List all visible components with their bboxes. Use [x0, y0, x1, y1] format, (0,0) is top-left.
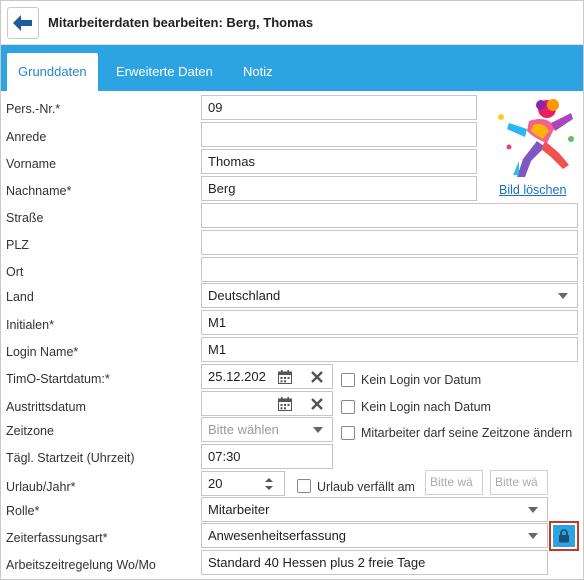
lock-button-inner — [553, 525, 575, 547]
calendar-icon[interactable] — [275, 394, 295, 414]
initialen-label: Initialen* — [6, 318, 54, 332]
urlaub-day-select[interactable]: Bitte wä — [425, 470, 483, 495]
delete-photo-link[interactable]: Bild löschen — [499, 183, 566, 197]
spinner-icon[interactable] — [264, 477, 274, 491]
back-button[interactable] — [7, 7, 39, 39]
kein-login-nach-datum-checkbox[interactable] — [341, 400, 355, 414]
ort-input[interactable] — [201, 257, 578, 282]
dialog-window: Mitarbeiterdaten bearbeiten: Berg, Thoma… — [0, 0, 584, 580]
page-title: Mitarbeiterdaten bearbeiten: Berg, Thoma… — [48, 15, 314, 30]
land-select[interactable]: Deutschland — [201, 283, 578, 308]
zeiterfassung-select[interactable]: Anwesenheitserfassung — [201, 523, 548, 548]
urlaub-value: 20 — [208, 476, 223, 491]
chevron-down-icon — [528, 507, 538, 513]
land-value: Deutschland — [208, 288, 281, 303]
urlaub-label: Urlaub/Jahr* — [6, 480, 76, 494]
lock-button[interactable] — [549, 521, 579, 551]
kein-login-vor-datum-label: Kein Login vor Datum — [361, 373, 482, 387]
tab-grunddaten[interactable]: Grunddaten — [7, 53, 98, 91]
kein-login-vor-datum-checkbox[interactable] — [341, 373, 355, 387]
zeiterfassung-value: Anwesenheitserfassung — [208, 528, 347, 543]
rolle-label: Rolle* — [6, 504, 40, 518]
land-label: Land — [6, 290, 34, 304]
urlaub-verfaellt-label: Urlaub verfällt am — [317, 480, 415, 494]
nachname-label: Nachname* — [6, 184, 72, 198]
startzeit-label: Tägl. Startzeit (Uhrzeit) — [6, 451, 135, 465]
startdatum-label: TimO-Startdatum:* — [6, 372, 110, 386]
plz-input[interactable] — [201, 230, 578, 255]
lock-icon — [559, 529, 569, 543]
vorname-label: Vorname — [6, 157, 57, 171]
chevron-down-icon — [313, 427, 323, 433]
strasse-input[interactable] — [201, 203, 578, 228]
zeitzone-aendern-checkbox[interactable] — [341, 426, 355, 440]
arbeitszeit-field[interactable]: Standard 40 Hessen plus 2 freie Tage — [201, 550, 548, 575]
loginname-input[interactable]: M1 — [201, 337, 578, 362]
ort-label: Ort — [6, 265, 24, 279]
employee-form: Pers.-Nr.* 09 Anrede Vorname Thomas Nach… — [1, 91, 583, 579]
arbeitszeit-label: Arbeitszeitregelung Wo/Mo — [6, 558, 156, 572]
loginname-label: Login Name* — [6, 345, 79, 359]
zeitzone-aendern-label: Mitarbeiter darf seine Zeitzone ändern — [361, 426, 573, 440]
anrede-input[interactable] — [201, 122, 477, 147]
persnr-label: Pers.-Nr.* — [6, 102, 61, 116]
calendar-icon[interactable] — [275, 367, 295, 387]
persnr-input[interactable]: 09 — [201, 95, 477, 120]
tab-erweiterte-daten[interactable]: Erweiterte Daten — [105, 53, 224, 91]
rolle-value: Mitarbeiter — [208, 502, 270, 517]
zeitzone-label: Zeitzone — [6, 424, 54, 438]
initialen-input[interactable]: M1 — [201, 310, 578, 335]
startdatum-value: 25.12.202 — [208, 369, 266, 384]
arrow-left-icon — [13, 15, 32, 31]
urlaub-month-select[interactable]: Bitte wä — [490, 470, 548, 495]
zeiterfassung-label: Zeiterfassungsart* — [6, 531, 108, 545]
anrede-label: Anrede — [6, 130, 47, 144]
plz-label: PLZ — [6, 238, 29, 252]
startzeit-input[interactable]: 07:30 — [201, 444, 333, 469]
runner-illustration — [498, 99, 574, 177]
austritt-label: Austrittsdatum — [6, 400, 86, 414]
chevron-down-icon — [528, 533, 538, 539]
title-bar: Mitarbeiterdaten bearbeiten: Berg, Thoma… — [1, 1, 583, 45]
nachname-input[interactable]: Berg — [201, 176, 477, 201]
zeitzone-select[interactable]: Bitte wählen — [201, 417, 333, 442]
chevron-down-icon — [558, 293, 568, 299]
zeitzone-placeholder: Bitte wählen — [208, 422, 279, 437]
strasse-label: Straße — [6, 211, 44, 225]
kein-login-nach-datum-label: Kein Login nach Datum — [361, 400, 491, 414]
vorname-input[interactable]: Thomas — [201, 149, 477, 174]
tab-notiz[interactable]: Notiz — [232, 53, 284, 91]
rolle-select[interactable]: Mitarbeiter — [201, 497, 548, 522]
urlaub-verfaellt-checkbox[interactable] — [297, 479, 311, 493]
close-icon[interactable] — [307, 394, 327, 414]
urlaub-input[interactable]: 20 — [201, 471, 285, 496]
close-icon[interactable] — [307, 367, 327, 387]
tab-bar: Grunddaten Erweiterte Daten Notiz — [1, 45, 583, 91]
